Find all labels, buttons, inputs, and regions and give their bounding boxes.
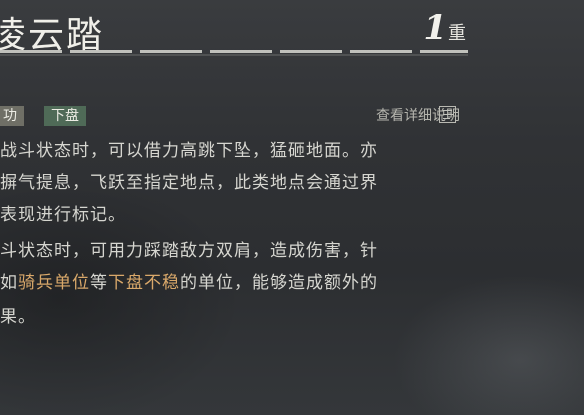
skill-level-unit: 重 [448,23,466,44]
description-text: 表现进行标记。 [0,205,126,225]
skill-level: 1重 [423,8,466,48]
title-divider [0,50,468,53]
title-divider-shadow [0,54,468,56]
skill-level-number: 1 [423,8,447,48]
description-text: 斗状态时，可用力踩踏敌方双肩，造成伤害，针 [0,241,378,261]
description-line: 战斗状态时，可以借力高跳下坠，猛砸地面。亦 [0,136,378,161]
tag-gong: 功 [0,106,24,126]
description-text: 如 [0,273,18,293]
description-text: 等 [90,273,108,293]
description-line: 斗状态时，可用力踩踏敌方双肩，造成伤害，针 [0,236,378,261]
description-line: 摒气提息，飞跃至指定地点，此类地点会通过界 [0,168,378,193]
tag-xiapan: 下盘 [44,106,86,126]
description-line: 如骑兵单位等下盘不稳的单位，能够造成额外的 [0,268,378,293]
description-line: 表现进行标记。 [0,200,126,225]
description-text: 果。 [0,307,36,327]
description-text: 摒气提息，飞跃至指定地点，此类地点会通过界 [0,173,378,193]
highlighted-keyword: 骑兵单位 [18,273,90,293]
highlighted-keyword: 下盘不稳 [108,273,180,293]
description-text: 的单位，能够造成额外的 [180,273,378,293]
description-text: 战斗状态时，可以借力高跳下坠，猛砸地面。亦 [0,141,378,161]
details-list-icon[interactable] [439,106,456,123]
description-line: 果。 [0,302,36,327]
